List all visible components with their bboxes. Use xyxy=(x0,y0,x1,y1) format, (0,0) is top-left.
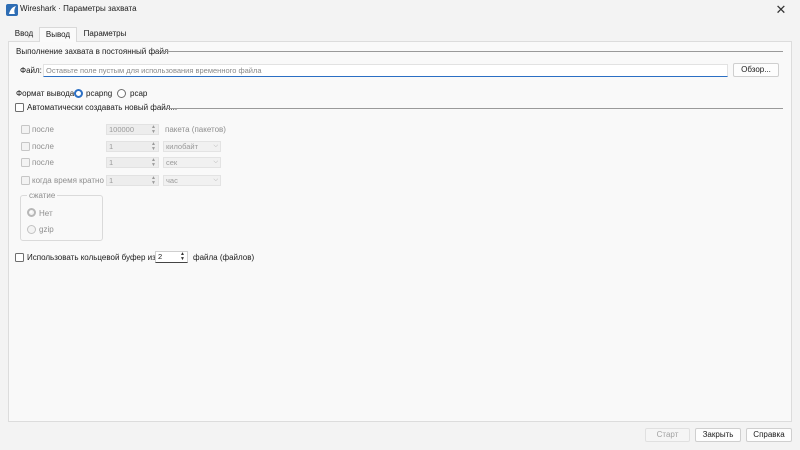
rule-size-value: 1 xyxy=(109,142,114,151)
auto-new-file-checkbox[interactable] xyxy=(15,103,24,112)
ring-buffer-label[interactable]: Использовать кольцевой буфер из xyxy=(27,253,156,262)
rule-interval-unit: час xyxy=(166,176,178,185)
rule-interval-checkbox[interactable] xyxy=(21,176,30,185)
compression-gzip-radio[interactable] xyxy=(27,225,36,234)
wireshark-fin-icon xyxy=(6,4,18,16)
rule-interval-label: когда время кратно xyxy=(32,176,104,185)
compression-title: сжатие xyxy=(27,191,58,200)
spin-arrows-icon[interactable]: ▲ ▼ xyxy=(150,125,157,135)
rule-size-checkbox[interactable] xyxy=(21,142,30,151)
rule-time-checkbox[interactable] xyxy=(21,158,30,167)
format-pcap-label[interactable]: pcap xyxy=(130,89,147,98)
close-button[interactable]: Закрыть xyxy=(695,428,741,442)
ring-buffer-suffix: файла (файлов) xyxy=(193,253,255,262)
spin-arrows-icon[interactable]: ▲ ▼ xyxy=(150,142,157,152)
compression-groupbox xyxy=(20,195,103,241)
format-pcapng-radio[interactable] xyxy=(74,89,83,98)
spin-arrows-icon[interactable]: ▲ ▼ xyxy=(179,252,186,262)
ring-buffer-checkbox[interactable] xyxy=(15,253,24,262)
rule-time-value: 1 xyxy=(109,158,114,167)
compression-none-radio[interactable] xyxy=(27,208,36,217)
start-button[interactable]: Старт xyxy=(645,428,690,442)
tab-options[interactable]: Параметры xyxy=(80,27,130,41)
compression-gzip-label: gzip xyxy=(39,225,54,234)
rule-size-unit-combo[interactable]: килобайт ⌵ xyxy=(163,141,221,152)
rule-interval-unit-combo[interactable]: час ⌵ xyxy=(163,175,221,186)
auto-new-file-label[interactable]: Автоматически создавать новый файл... xyxy=(27,103,177,112)
auto-new-file-divider xyxy=(165,108,783,109)
spin-arrows-icon[interactable]: ▲ ▼ xyxy=(150,158,157,168)
file-label: Файл: xyxy=(20,66,42,75)
rule-time-unit-combo[interactable]: сек ⌵ xyxy=(163,157,221,168)
rule-packets-value: 100000 xyxy=(109,125,135,134)
compression-none-label: Нет xyxy=(39,209,53,218)
rule-packets-spinbox[interactable]: 100000 ▲ ▼ xyxy=(106,124,159,135)
section-divider xyxy=(158,51,783,52)
ring-buffer-value: 2 xyxy=(158,252,163,261)
close-icon[interactable]: ✕ xyxy=(772,1,790,19)
ring-buffer-spinbox[interactable]: 2 ▲ ▼ xyxy=(155,251,188,263)
chevron-down-icon: ⌵ xyxy=(213,177,218,183)
format-pcapng-label[interactable]: pcapng xyxy=(86,89,112,98)
rule-size-unit: килобайт xyxy=(166,142,199,151)
chevron-down-icon: ⌵ xyxy=(213,159,218,165)
chevron-down-icon: ⌵ xyxy=(213,143,218,149)
file-path-input[interactable]: Оставьте поле пустым для использования в… xyxy=(43,64,728,77)
browse-button[interactable]: Обзор... xyxy=(733,63,779,77)
rule-size-spinbox[interactable]: 1 ▲ ▼ xyxy=(106,141,159,152)
tab-output[interactable]: Вывод xyxy=(39,27,77,42)
output-tab-panel xyxy=(8,41,792,422)
help-button[interactable]: Справка xyxy=(746,428,792,442)
rule-interval-spinbox[interactable]: 1 ▲ ▼ xyxy=(106,175,159,186)
section-title-permanent-file: Выполнение захвата в постоянный файл xyxy=(16,47,169,56)
rule-time-spinbox[interactable]: 1 ▲ ▼ xyxy=(106,157,159,168)
tab-input[interactable]: Ввод xyxy=(10,27,38,41)
rule-packets-checkbox[interactable] xyxy=(21,125,30,134)
output-format-label: Формат вывода: xyxy=(16,89,77,98)
rule-time-label: после xyxy=(32,158,54,167)
rule-size-label: после xyxy=(32,142,54,151)
rule-interval-value: 1 xyxy=(109,176,114,185)
window-title: Wireshark · Параметры захвата xyxy=(20,4,137,13)
format-pcap-radio[interactable] xyxy=(117,89,126,98)
rule-packets-unit: пакета (пакетов) xyxy=(165,125,226,134)
rule-time-unit: сек xyxy=(166,158,178,167)
rule-packets-label: после xyxy=(32,125,54,134)
spin-arrows-icon[interactable]: ▲ ▼ xyxy=(150,176,157,186)
